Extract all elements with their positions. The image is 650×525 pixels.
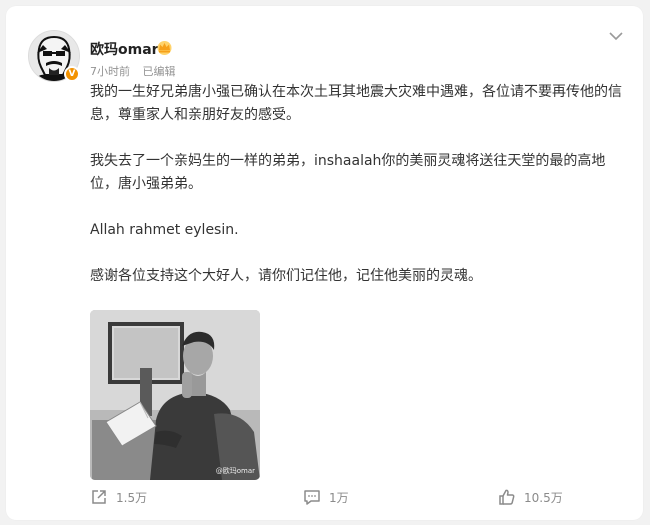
author-name[interactable]: 欧玛omar <box>90 39 159 59</box>
edited-label[interactable]: 已编辑 <box>143 65 176 78</box>
post-paragraph: Allah rahmet eylesin. <box>90 222 239 238</box>
image-watermark: @欧玛omar <box>215 467 255 475</box>
post-paragraph: 我失去了一个亲妈生的一样的弟弟，inshaalah你的美丽灵魂将送往天堂的最的高… <box>90 153 606 192</box>
like-count: 10.5万 <box>524 490 563 505</box>
post-paragraph: 我的一生好兄弟唐小强已确认在本次土耳其地震大灾难中遇难，各位请不要再传他的信息，… <box>90 84 622 123</box>
chevron-down-icon[interactable] <box>608 30 624 42</box>
photo-of-man-reading <box>90 310 260 480</box>
verified-badge-icon: V <box>64 66 80 82</box>
crown-icon[interactable] <box>156 40 173 55</box>
post-content: 我的一生好兄弟唐小强已确认在本次土耳其地震大灾难中遇难，各位请不要再传他的信息，… <box>90 81 625 311</box>
share-button[interactable]: 1.5万 <box>90 488 147 506</box>
weibo-post-card: V 欧玛omar 7小时前 已编辑 我的一生好兄弟唐小强已确认在本次土耳其地震大… <box>6 6 643 520</box>
like-button[interactable]: 10.5万 <box>498 488 563 506</box>
thumbs-up-icon <box>499 489 515 505</box>
comment-count: 1万 <box>329 490 349 505</box>
comment-button[interactable]: 1万 <box>303 488 349 506</box>
post-time[interactable]: 7小时前 <box>90 65 130 78</box>
comment-icon <box>304 490 320 505</box>
action-bar: 1.5万 1万 10.5万 <box>6 488 643 514</box>
post-image[interactable]: @欧玛omar <box>90 310 260 480</box>
share-count: 1.5万 <box>116 490 148 505</box>
post-paragraph: 感谢各位支持这个大好人，请你们记住他，记住他美丽的灵魂。 <box>90 268 482 284</box>
share-icon <box>92 490 106 504</box>
post-meta: 7小时前 已编辑 <box>90 63 185 79</box>
